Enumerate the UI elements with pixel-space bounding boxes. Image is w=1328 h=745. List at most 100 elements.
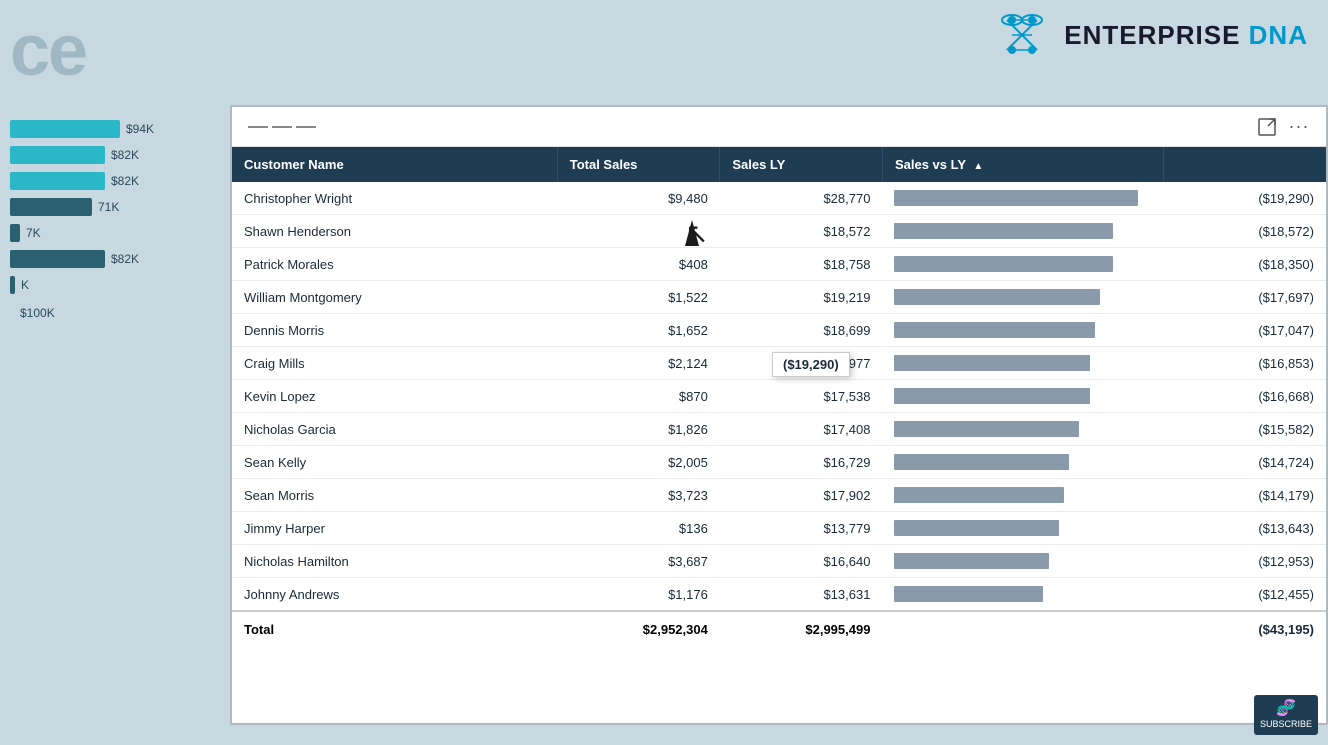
col-header-sales-vs-ly[interactable]: Sales vs LY ▲	[882, 147, 1163, 182]
logo-enterprise: ENTERPRISE	[1064, 20, 1240, 50]
cell-total-sales: $1,826	[557, 413, 720, 446]
cell-total-sales: $870	[557, 380, 720, 413]
cell-customer-name: Craig Mills	[232, 347, 557, 380]
chart-val-2: $82K	[111, 148, 139, 162]
cell-customer-name: Christopher Wright	[232, 182, 557, 215]
table-wrapper[interactable]: Customer Name Total Sales Sales LY Sales…	[232, 147, 1326, 723]
cell-total-sales: $1,176	[557, 578, 720, 612]
cell-total-sales: $9,480	[557, 182, 720, 215]
cell-customer-name: Sean Morris	[232, 479, 557, 512]
cell-vs-ly: ($13,643)	[1163, 512, 1326, 545]
cell-bar	[882, 314, 1163, 347]
chart-bottom-label: $100K	[10, 306, 220, 320]
cell-sales-ly: $18,758	[720, 248, 883, 281]
table-row: Nicholas Hamilton$3,687$16,640($12,953)	[232, 545, 1326, 578]
chart-val-7: K	[21, 278, 29, 292]
chart-val-3: $82K	[111, 174, 139, 188]
cell-vs-ly: ($17,697)	[1163, 281, 1326, 314]
cell-bar	[882, 215, 1163, 248]
drag-line-1	[248, 126, 268, 128]
table-row: Sean Kelly$2,005$16,729($14,724)	[232, 446, 1326, 479]
cell-bar	[882, 578, 1163, 612]
chart-bar-2	[10, 146, 105, 164]
cell-vs-ly: ($14,724)	[1163, 446, 1326, 479]
total-ly-value: $2,995,499	[720, 611, 883, 647]
table-body: Christopher Wright$9,480$28,770($19,290)…	[232, 182, 1326, 611]
cell-customer-name: Nicholas Hamilton	[232, 545, 557, 578]
cell-vs-ly: ($17,047)	[1163, 314, 1326, 347]
cell-customer-name: William Montgomery	[232, 281, 557, 314]
col-header-customer-name[interactable]: Customer Name	[232, 147, 557, 182]
cell-vs-ly: ($16,853)	[1163, 347, 1326, 380]
cell-vs-ly: ($16,668)	[1163, 380, 1326, 413]
subscribe-badge[interactable]: 🧬 SUBSCRIBE	[1254, 695, 1318, 735]
table-row: Shawn Henderson$18,572($18,572)	[232, 215, 1326, 248]
cell-bar	[882, 545, 1163, 578]
chart-val-6: $82K	[111, 252, 139, 266]
table-row: Sean Morris$3,723$17,902($14,179)	[232, 479, 1326, 512]
cell-sales-ly: $17,902	[720, 479, 883, 512]
total-vs-ly-value: ($43,195)	[1163, 611, 1326, 647]
more-options-button[interactable]: ···	[1288, 116, 1310, 138]
cell-total-sales: $3,723	[557, 479, 720, 512]
chart-bar-3	[10, 172, 105, 190]
col-header-sales-ly[interactable]: Sales LY	[720, 147, 883, 182]
cell-vs-ly: ($12,953)	[1163, 545, 1326, 578]
logo-area: ENTERPRISE DNA	[992, 10, 1308, 60]
cell-bar	[882, 479, 1163, 512]
total-row: Total $2,952,304 $2,995,499 ($43,195)	[232, 611, 1326, 647]
chart-row-5: 7K	[10, 224, 220, 242]
chart-val-4: 71K	[98, 200, 119, 214]
cell-bar	[882, 182, 1163, 215]
cell-sales-ly: $18,572	[720, 215, 883, 248]
cell-customer-name: Shawn Henderson	[232, 215, 557, 248]
table-row: Nicholas Garcia$1,826$17,408($15,582)	[232, 413, 1326, 446]
background-title: ce	[0, 10, 86, 92]
chart-row-3: $82K	[10, 172, 220, 190]
expand-icon-button[interactable]	[1256, 116, 1278, 138]
cell-sales-ly: $13,779	[720, 512, 883, 545]
chart-bar-4	[10, 198, 92, 216]
cell-total-sales: $136	[557, 512, 720, 545]
cell-sales-ly: $13,631	[720, 578, 883, 612]
total-label: Total	[232, 611, 557, 647]
table-row: Patrick Morales$408$18,758($18,350)	[232, 248, 1326, 281]
table-header-row: Customer Name Total Sales Sales LY Sales…	[232, 147, 1326, 182]
cell-customer-name: Kevin Lopez	[232, 380, 557, 413]
cell-bar	[882, 512, 1163, 545]
chart-val-5: 7K	[26, 226, 41, 240]
chart-row-1: $94K	[10, 120, 220, 138]
table-row: Kevin Lopez$870$17,538($16,668)	[232, 380, 1326, 413]
left-sidebar-chart: $94K $82K $82K 71K 7K $82K K $100K	[0, 100, 230, 745]
cell-total-sales: $1,522	[557, 281, 720, 314]
drag-handle[interactable]	[248, 126, 316, 128]
toolbar-icons: ···	[1256, 116, 1310, 138]
cell-vs-ly: ($19,290)	[1163, 182, 1326, 215]
cell-total-sales	[557, 215, 720, 248]
col-header-total-sales[interactable]: Total Sales	[557, 147, 720, 182]
cell-vs-ly: ($18,350)	[1163, 248, 1326, 281]
chart-val-1: $94K	[126, 122, 154, 136]
cell-customer-name: Patrick Morales	[232, 248, 557, 281]
cell-total-sales: $2,124	[557, 347, 720, 380]
table-toolbar: ···	[232, 107, 1326, 147]
drag-line-2	[272, 126, 292, 128]
cell-sales-ly: $16,640	[720, 545, 883, 578]
cell-bar	[882, 380, 1163, 413]
total-sales-value: $2,952,304	[557, 611, 720, 647]
cell-bar	[882, 413, 1163, 446]
table-row: Jimmy Harper$136$13,779($13,643)	[232, 512, 1326, 545]
subscribe-dna-icon: 🧬	[1260, 699, 1312, 720]
cell-customer-name: Sean Kelly	[232, 446, 557, 479]
chart-bar-1	[10, 120, 120, 138]
logo-text: ENTERPRISE DNA	[1064, 20, 1308, 51]
chart-row-4: 71K	[10, 198, 220, 216]
cell-sales-ly: $18,699	[720, 314, 883, 347]
table-row: Dennis Morris$1,652$18,699($17,047)	[232, 314, 1326, 347]
logo-dna-text: DNA	[1249, 20, 1308, 50]
cell-bar	[882, 281, 1163, 314]
tooltip: ($19,290)	[772, 352, 850, 377]
table-row: Johnny Andrews$1,176$13,631($12,455)	[232, 578, 1326, 612]
total-bar-cell	[882, 611, 1163, 647]
table-row: William Montgomery$1,522$19,219($17,697)	[232, 281, 1326, 314]
